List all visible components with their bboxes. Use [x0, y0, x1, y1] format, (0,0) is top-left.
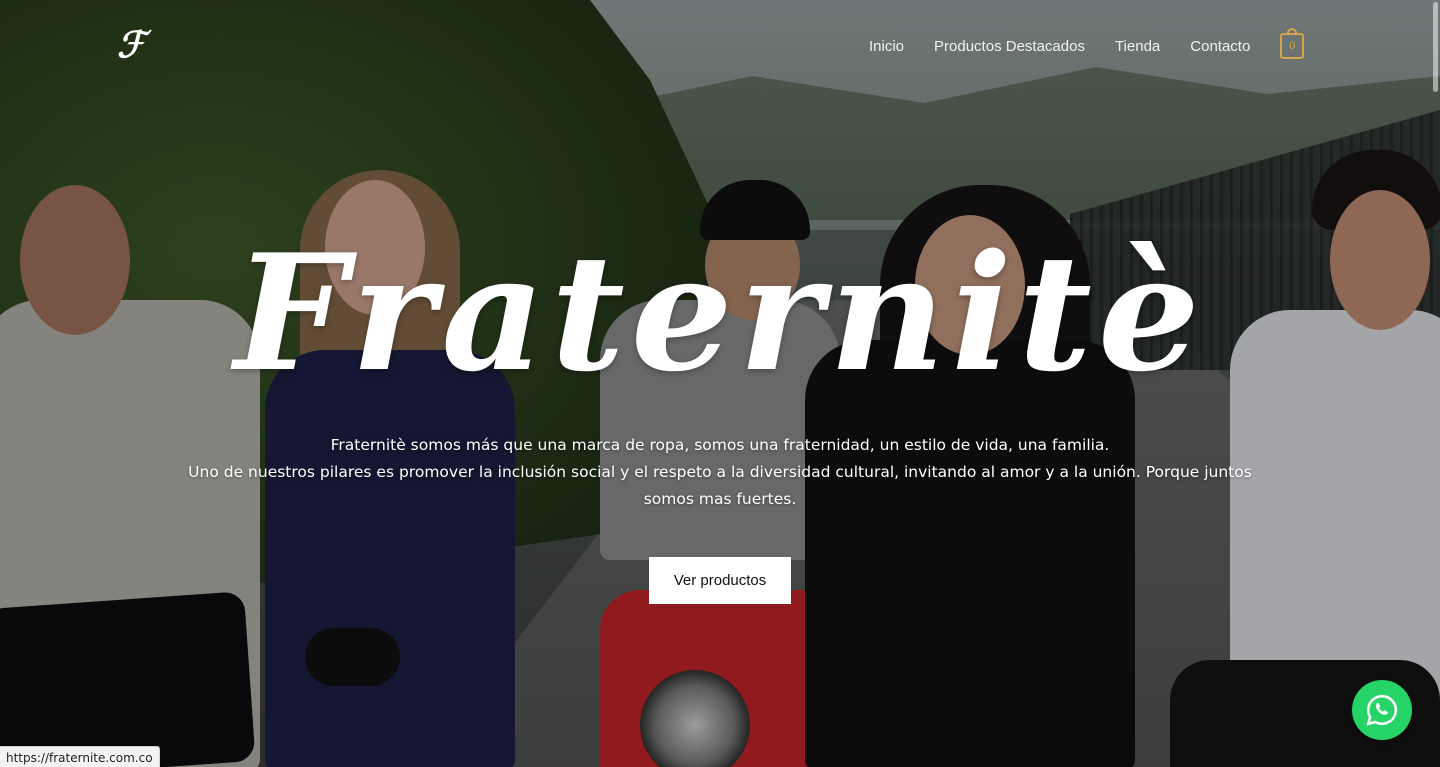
whatsapp-icon [1366, 694, 1398, 726]
cart-count: 0 [1289, 40, 1296, 52]
hero-title: Fraternitè [234, 219, 1206, 407]
scrollbar-thumb[interactable] [1433, 2, 1438, 92]
main-nav: Inicio Productos Destacados Tienda Conta… [860, 28, 1305, 64]
site-logo[interactable]: ℱ [117, 27, 145, 63]
hero-section: ℱ Inicio Productos Destacados Tienda Con… [0, 0, 1440, 767]
hero-paragraph-1: Fraternitè somos más que una marca de ro… [330, 436, 1110, 454]
nav-item-productos-destacados[interactable]: Productos Destacados [934, 38, 1085, 55]
hero-description: Fraternitè somos más que una marca de ro… [170, 432, 1270, 513]
ver-productos-button[interactable]: Ver productos [649, 557, 791, 604]
status-bar-url: https://fraternite.com.co [0, 746, 160, 767]
nav-item-contacto[interactable]: Contacto [1190, 38, 1250, 55]
hero-paragraph-2: Uno de nuestros pilares es promover la i… [188, 463, 1252, 508]
nav-item-inicio[interactable]: Inicio [869, 38, 904, 55]
shopping-bag-icon[interactable]: 0 [1280, 28, 1305, 59]
nav-item-tienda[interactable]: Tienda [1115, 38, 1160, 55]
page-scrollbar[interactable] [1432, 0, 1440, 767]
whatsapp-button[interactable] [1352, 680, 1412, 740]
